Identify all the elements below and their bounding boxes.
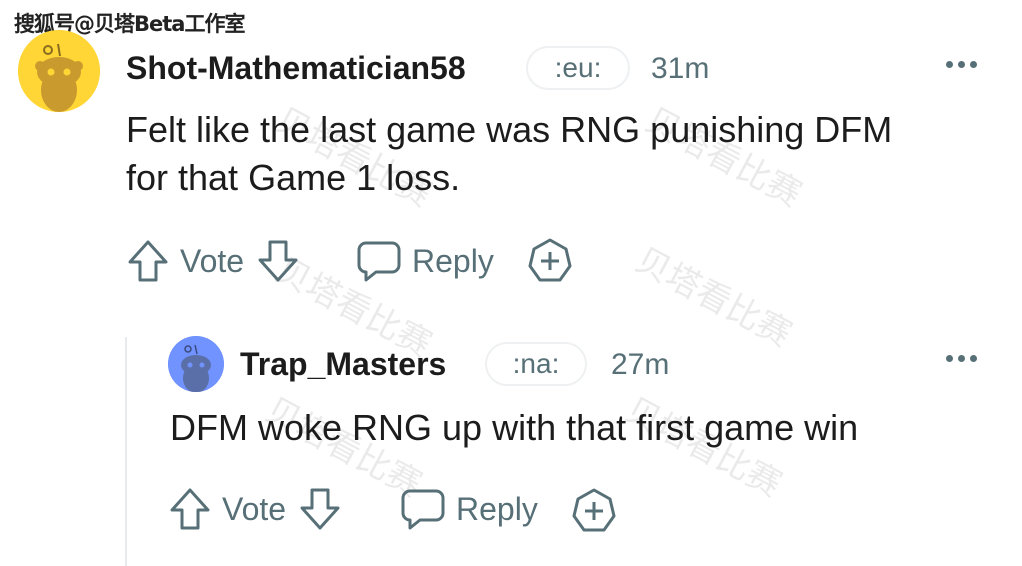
reply-label: Reply — [456, 490, 538, 527]
downvote-icon[interactable] — [256, 238, 300, 284]
comment-body: DFM woke RNG up with that first game win — [170, 404, 990, 452]
snoo-avatar-icon — [18, 30, 100, 112]
comment-icon — [357, 241, 401, 282]
avatar[interactable] — [18, 30, 100, 112]
comment-icon — [401, 489, 445, 530]
upvote-icon[interactable] — [168, 486, 212, 532]
comment-body-line: Felt like the last game was RNG punishin… — [126, 109, 893, 150]
username[interactable]: Shot-Mathematician58 — [126, 50, 466, 87]
more-options-icon[interactable] — [946, 348, 986, 368]
award-icon[interactable] — [526, 236, 574, 284]
vote-label: Vote — [180, 242, 245, 279]
downvote-icon[interactable] — [298, 486, 342, 532]
reply-button[interactable]: Reply — [356, 238, 494, 284]
reply-label: Reply — [412, 242, 494, 279]
avatar[interactable] — [168, 336, 224, 392]
upvote-icon[interactable] — [126, 238, 170, 284]
vote-control: Vote — [168, 486, 342, 532]
comment-body: Felt like the last game was RNG punishin… — [126, 106, 986, 202]
user-flair: :eu: — [526, 46, 630, 90]
timestamp[interactable]: 27m — [611, 348, 669, 382]
comment-body-line: for that Game 1 loss. — [126, 157, 461, 198]
timestamp[interactable]: 31m — [651, 52, 709, 86]
username[interactable]: Trap_Masters — [240, 346, 446, 383]
vote-control: Vote — [126, 238, 300, 284]
more-options-icon[interactable] — [946, 54, 986, 74]
reply-button[interactable]: Reply — [400, 486, 538, 532]
comment-body-line: DFM woke RNG up with that first game win — [170, 407, 859, 448]
snoo-avatar-icon — [168, 336, 224, 392]
award-icon[interactable] — [570, 486, 618, 534]
vote-label: Vote — [222, 490, 287, 527]
thread-line[interactable] — [125, 337, 127, 566]
user-flair: :na: — [485, 342, 587, 386]
watermark-overlay: 贝塔看比赛 — [628, 240, 798, 356]
